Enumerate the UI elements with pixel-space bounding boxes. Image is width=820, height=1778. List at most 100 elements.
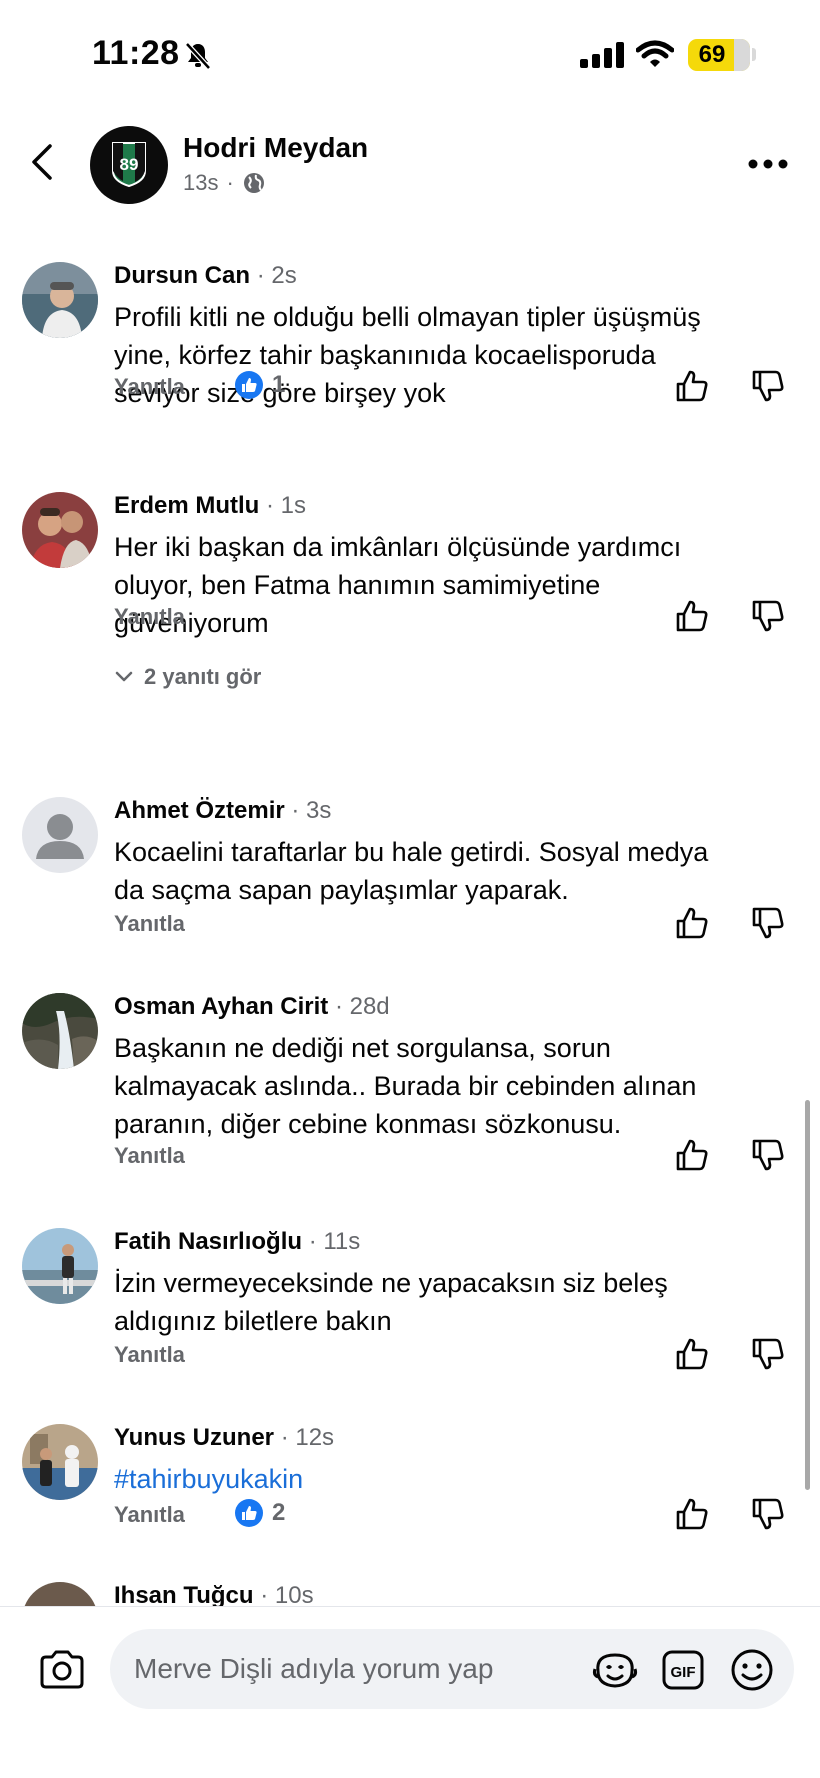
comment-actions: Yanıtla [114, 1338, 794, 1374]
comment-author[interactable]: Dursun Can [114, 262, 250, 289]
comment-time: · 10s [260, 1582, 314, 1606]
comment-author[interactable]: Fatih Nasırlıoğlu [114, 1228, 302, 1255]
comment-line: kalmayacak aslında.. Burada bir cebinden… [114, 1071, 697, 1101]
comment-actions: Yanıtla 2 [114, 1498, 794, 1534]
thumb-down-icon[interactable] [750, 598, 786, 634]
reply-button[interactable]: Yanıtla [114, 604, 185, 630]
comment-item: Osman Ayhan Cirit · 28d Başkanın ne dedi… [0, 981, 820, 1191]
status-bar: 11:28 69 [0, 0, 820, 110]
comment-author[interactable]: Yunus Uzuner [114, 1424, 274, 1451]
status-time: 11:28 [92, 34, 180, 72]
comment-line: Başkanın ne dediği net sorgulansa, sorun [114, 1033, 611, 1063]
post-header: 89 Hodri Meydan 13s · [0, 110, 820, 220]
wifi-icon [636, 40, 674, 67]
avatar[interactable] [22, 797, 98, 873]
like-count: 1 [272, 371, 286, 398]
comment-text: Kocaelini taraftarlar bu hale getirdi. S… [114, 833, 794, 909]
hashtag-link[interactable]: #tahirbuyukakin [114, 1460, 794, 1498]
thumb-down-icon[interactable] [750, 1137, 786, 1173]
avatar-sticker-icon[interactable] [592, 1651, 638, 1689]
comment-text: Başkanın ne dediği net sorgulansa, sorun… [114, 1029, 794, 1143]
comment-header: Fatih Nasırlıoğlu · 11s [114, 1228, 360, 1256]
thumb-up-icon[interactable] [674, 1496, 710, 1532]
comment-actions: Yanıtla [114, 600, 794, 636]
avatar[interactable] [22, 1228, 98, 1304]
comment-header: Dursun Can · 2s [114, 262, 297, 290]
comment-header: Ihsan Tuğcu · 10s [114, 1582, 314, 1606]
bell-slash-icon [185, 42, 211, 70]
comment-list[interactable]: Dursun Can · 2s Profili kitli ne olduğu … [0, 250, 820, 1606]
battery-level: 69 [698, 41, 726, 68]
comment-time: · 2s [256, 262, 297, 289]
avatar[interactable] [22, 1582, 98, 1606]
comment-author[interactable]: Erdem Mutlu [114, 492, 259, 519]
like-count: 2 [272, 1499, 286, 1526]
gif-icon[interactable]: GIF [662, 1650, 704, 1690]
comment-header: Osman Ayhan Cirit · 28d [114, 993, 390, 1021]
comment-line: Profili kitli ne olduğu belli olmayan ti… [114, 302, 701, 332]
thumb-down-icon[interactable] [750, 1496, 786, 1532]
reply-button[interactable]: Yanıtla [114, 1143, 185, 1169]
comment-text: #tahirbuyukakin [114, 1460, 794, 1498]
thumb-up-icon[interactable] [674, 598, 710, 634]
comment-author[interactable]: Osman Ayhan Cirit [114, 993, 328, 1020]
comment-line: Kocaelini taraftarlar bu hale getirdi. S… [114, 837, 709, 867]
comment-line: İzin vermeyeceksinde ne yapacaksın siz b… [114, 1268, 668, 1298]
meta-separator: · [226, 170, 234, 195]
avatar[interactable] [22, 492, 98, 568]
view-replies-label: 2 yanıtı gör [144, 664, 262, 689]
comment-item: Ihsan Tuğcu · 10s [0, 1570, 820, 1606]
comment-line: aldıgınız biletlere bakın [114, 1306, 392, 1336]
post-time: 13s [183, 170, 219, 195]
thumb-up-icon[interactable] [674, 1137, 710, 1173]
thumb-down-icon[interactable] [750, 368, 786, 404]
reply-button[interactable]: Yanıtla [114, 1502, 185, 1528]
comment-item: Yunus Uzuner · 12s #tahirbuyukakin Yanıt… [0, 1412, 820, 1552]
camera-icon[interactable] [38, 1649, 86, 1691]
view-replies-button[interactable]: 2 yanıtı gör [114, 664, 261, 690]
page-name[interactable]: Hodri Meydan [183, 132, 368, 164]
comment-time: · 12s [280, 1424, 335, 1451]
avatar[interactable] [22, 1424, 98, 1500]
like-badge-icon [235, 371, 263, 399]
thumb-down-icon[interactable] [750, 1336, 786, 1372]
avatar[interactable] [22, 993, 98, 1069]
comment-header: Ahmet Öztemir · 3s [114, 797, 331, 825]
post-meta: 13s · [183, 170, 266, 196]
reply-button[interactable]: Yanıtla [114, 911, 185, 937]
thumb-up-icon[interactable] [674, 905, 710, 941]
back-icon[interactable] [28, 140, 58, 184]
globe-icon [243, 173, 264, 193]
thumb-down-icon[interactable] [750, 905, 786, 941]
comment-author[interactable]: Ahmet Öztemir [114, 797, 285, 824]
thumb-up-icon[interactable] [674, 368, 710, 404]
reply-button[interactable]: Yanıtla [114, 374, 185, 400]
page-logo-text: 89 [120, 155, 139, 174]
scrollbar[interactable] [805, 1100, 810, 1490]
emoji-icon[interactable] [730, 1648, 774, 1692]
battery-indicator: 69 [688, 39, 750, 71]
page-logo: 89 [112, 142, 146, 187]
comment-time: · 3s [291, 797, 332, 824]
signal-icon [580, 42, 624, 68]
comment-actions: Yanıtla [114, 1139, 794, 1175]
comment-item: Fatih Nasırlıoğlu · 11s İzin vermeyeceks… [0, 1216, 820, 1386]
reaction-count[interactable]: 1 [234, 370, 285, 400]
comment-actions: Yanıtla [114, 907, 794, 943]
reply-button[interactable]: Yanıtla [114, 1342, 185, 1368]
comment-time: · 1s [266, 492, 307, 519]
more-icon[interactable] [748, 158, 788, 170]
comment-author[interactable]: Ihsan Tuğcu [114, 1582, 254, 1606]
like-badge-icon [235, 1499, 263, 1527]
comment-header: Erdem Mutlu · 1s [114, 492, 306, 520]
comment-composer: GIF [0, 1606, 820, 1778]
comment-item: Erdem Mutlu · 1s Her iki başkan da imkân… [0, 480, 820, 740]
comment-line: Her iki başkan da imkânları ölçüsünde ya… [114, 532, 682, 562]
battery-tip [752, 48, 756, 61]
thumb-up-icon[interactable] [674, 1336, 710, 1372]
reaction-count[interactable]: 2 [234, 1498, 285, 1528]
comment-text: İzin vermeyeceksinde ne yapacaksın siz b… [114, 1264, 794, 1340]
svg-text:GIF: GIF [671, 1664, 696, 1681]
comment-header: Yunus Uzuner · 12s [114, 1424, 334, 1452]
avatar[interactable] [22, 262, 98, 338]
